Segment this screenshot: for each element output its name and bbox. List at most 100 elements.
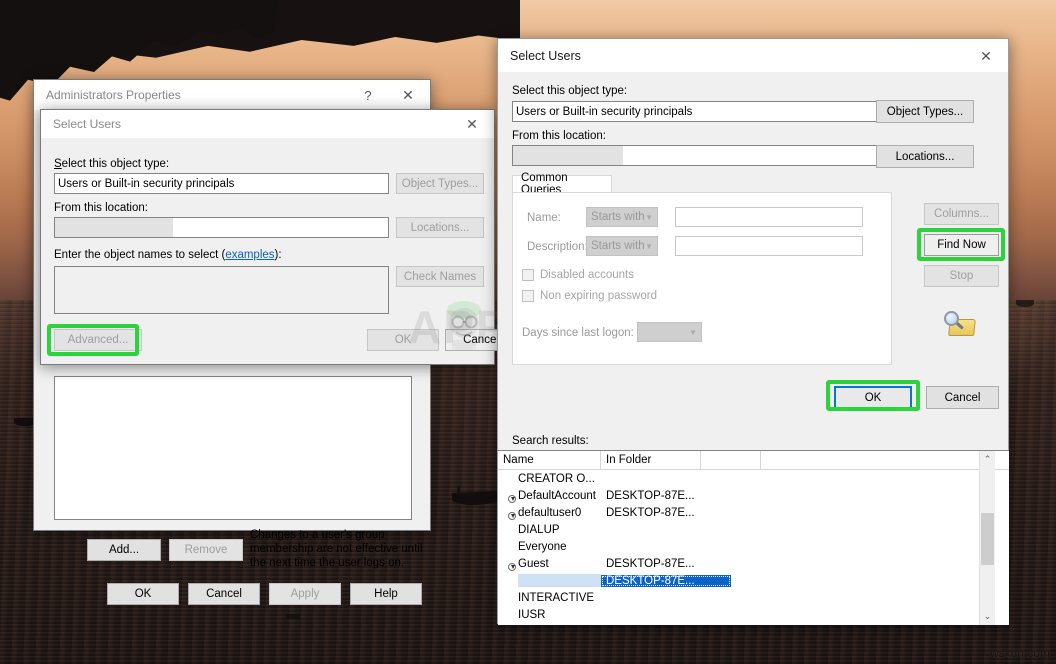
help-icon[interactable]: ? [350, 80, 386, 110]
from-location-field[interactable] [54, 217, 389, 238]
list-body[interactable]: CREATOR O...DefaultAccountDESKTOP-87E...… [498, 470, 1009, 625]
group-icon [500, 608, 515, 622]
vertical-scrollbar[interactable]: ⌃ ⌄ [979, 451, 995, 625]
locations-button[interactable]: Locations... [876, 145, 974, 168]
table-row[interactable]: DefaultAccountDESKTOP-87E... [498, 487, 1009, 504]
redacted-location-value [55, 218, 173, 237]
select-users-dialog-background[interactable]: Select Users ✕ Select this object type: … [40, 109, 495, 365]
column-header-in-folder[interactable]: In Folder [601, 451, 701, 469]
boat [1016, 300, 1034, 307]
table-row[interactable]: CREATOR O... [498, 470, 1009, 487]
scroll-up-button[interactable]: ⌃ [980, 451, 995, 468]
redacted-user-name [518, 574, 601, 587]
table-row[interactable]: Local account [498, 623, 1009, 625]
days-since-logon-select[interactable]: ▼ [637, 322, 702, 342]
row-name-cell: DIALUP [498, 523, 601, 537]
window-titlebar[interactable]: Administrators Properties ? ✕ [34, 80, 430, 110]
object-types-button[interactable]: Object Types... [876, 100, 974, 123]
cancel-button[interactable]: Cancel [188, 583, 260, 605]
checkbox-box[interactable] [522, 290, 534, 302]
row-name-text: Everyone [518, 541, 567, 553]
object-type-field[interactable]: Users or Built-in security principals [54, 173, 389, 194]
object-type-value: Users or Built-in security principals [58, 178, 234, 190]
chevron-down-icon: ▼ [645, 242, 653, 251]
search-results-list[interactable]: Name In Folder CREATOR O... DefaultAccoun… [498, 450, 1009, 625]
ok-button[interactable]: OK [107, 583, 179, 605]
group-icon [500, 523, 515, 537]
object-type-value: Users or Built-in security principals [516, 106, 692, 118]
members-note: Changes to a user's group membership are… [250, 528, 438, 570]
row-name-text: DIALUP [518, 524, 560, 536]
close-icon[interactable]: ✕ [450, 109, 494, 139]
search-results-label: Search results: [512, 435, 589, 447]
from-location-label: From this location: [512, 130, 606, 142]
name-value-input[interactable] [675, 207, 863, 227]
description-operator-value: Starts with [591, 240, 645, 252]
table-row[interactable]: DIALUP [498, 521, 1009, 538]
table-row[interactable]: DESKTOP-87E... [498, 572, 1009, 589]
find-now-button[interactable]: Find Now [924, 234, 999, 256]
table-row[interactable]: Everyone [498, 538, 1009, 555]
table-row[interactable]: INTERACTIVE [498, 589, 1009, 606]
row-name-text: defaultuser0 [518, 507, 581, 519]
row-folder-cell: DESKTOP-87E... [601, 490, 731, 502]
non-expiring-label: Non expiring password [540, 290, 657, 302]
scroll-down-button[interactable]: ⌄ [980, 608, 995, 625]
scrollbar-thumb[interactable] [981, 513, 994, 565]
row-folder-cell: DESKTOP-87E... [601, 575, 731, 587]
user-icon [500, 574, 515, 588]
check-names-button: Check Names [396, 266, 484, 287]
disabled-accounts-checkbox[interactable]: Disabled accounts [522, 269, 634, 281]
columns-button: Columns... [924, 203, 999, 225]
magnifier-folder-icon [943, 311, 977, 339]
magnifier-glass [944, 311, 959, 326]
row-name-text: Guest [518, 558, 549, 570]
chevron-down-icon: ▼ [689, 328, 697, 337]
redacted-location-value [513, 146, 623, 165]
dialog-titlebar[interactable]: Select Users ✕ [498, 39, 1008, 72]
object-names-field[interactable] [54, 266, 389, 314]
row-name-cell: CREATOR O... [498, 472, 601, 486]
row-folder-cell: DESKTOP-87E... [601, 507, 731, 519]
group-icon [500, 625, 515, 626]
description-label: Description: [527, 241, 588, 253]
close-icon[interactable]: ✕ [964, 39, 1008, 72]
object-types-button: Object Types... [396, 173, 484, 194]
ok-button[interactable]: OK [834, 386, 912, 409]
row-name-cell: Guest [498, 557, 601, 571]
table-row[interactable]: GuestDESKTOP-87E... [498, 555, 1009, 572]
row-name-text: CREATOR O... [518, 473, 595, 485]
cancel-button[interactable]: Cancel [926, 386, 999, 409]
members-listbox[interactable] [54, 376, 412, 520]
object-type-field[interactable]: Users or Built-in security principals [512, 101, 885, 122]
object-type-label: Select this object type: [54, 158, 169, 170]
column-header-blank[interactable] [701, 451, 761, 469]
examples-link[interactable]: examples [225, 249, 274, 261]
help-button[interactable]: Help [350, 583, 422, 605]
checkbox-box[interactable] [522, 269, 534, 281]
table-row[interactable]: defaultuser0 DESKTOP-87E... [498, 504, 1009, 521]
tab-common-queries[interactable]: Common Queries [512, 175, 612, 193]
close-icon[interactable]: ✕ [386, 80, 430, 110]
dialog-titlebar[interactable]: Select Users ✕ [41, 110, 494, 138]
table-row[interactable]: IUSR [498, 606, 1009, 623]
name-operator-select[interactable]: Starts with ▼ [586, 207, 658, 227]
row-name-cell: INTERACTIVE [498, 591, 601, 605]
description-value-input[interactable] [675, 236, 863, 256]
days-since-logon-label: Days since last logon: [522, 327, 634, 339]
non-expiring-password-checkbox[interactable]: Non expiring password [522, 290, 657, 302]
user-icon [500, 506, 515, 520]
from-location-field[interactable] [512, 145, 885, 166]
row-name-cell: IUSR [498, 608, 601, 622]
group-icon [500, 540, 515, 554]
stop-button: Stop [924, 265, 999, 287]
row-name-cell: DefaultAccount [498, 489, 601, 503]
row-name-cell: defaultuser0 [498, 506, 601, 520]
locations-button: Locations... [396, 217, 484, 238]
description-operator-select[interactable]: Starts with ▼ [586, 236, 658, 256]
add-button[interactable]: Add... [87, 539, 161, 561]
select-users-dialog-front[interactable]: Select Users ✕ Select this object type: … [497, 38, 1009, 624]
advanced-button[interactable]: Advanced... [54, 329, 142, 351]
column-header-name[interactable]: Name [498, 451, 601, 469]
boat [286, 614, 300, 619]
